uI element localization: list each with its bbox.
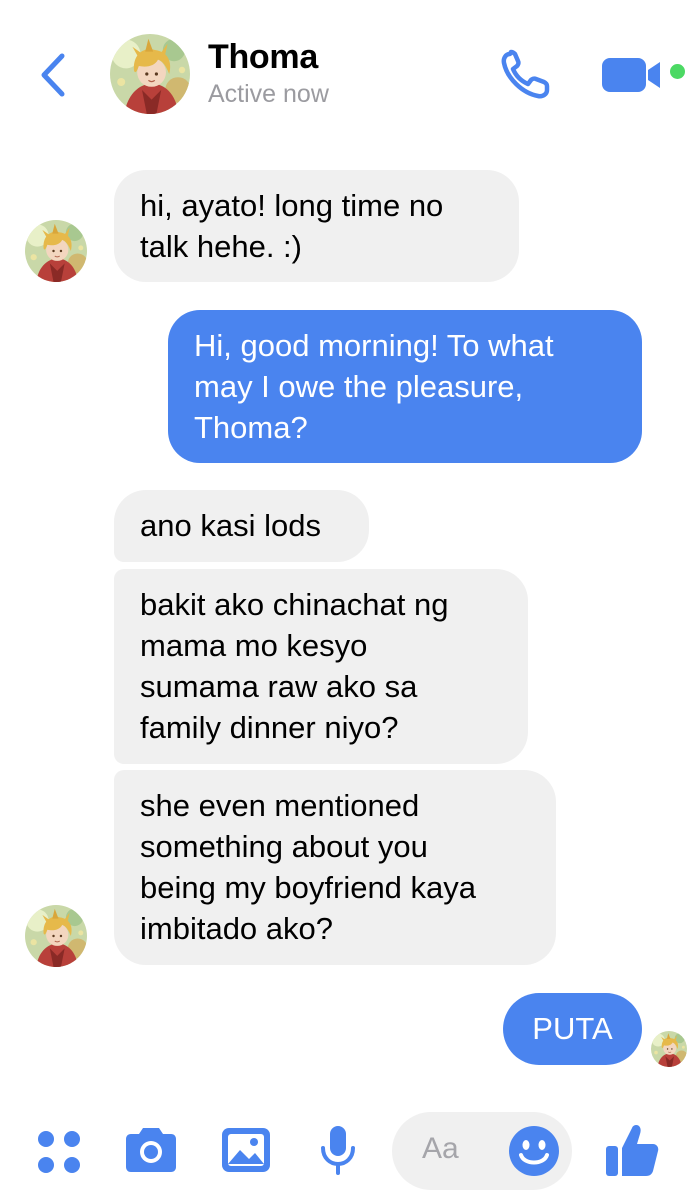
message-incoming[interactable]: hi, ayato! long time no talk hehe. :) — [114, 170, 519, 282]
camera-button[interactable] — [122, 1125, 180, 1175]
video-call-button[interactable] — [600, 56, 664, 94]
thumbs-up-icon — [606, 1124, 659, 1176]
message-incoming[interactable]: ano kasi lods — [114, 490, 369, 562]
message-outgoing[interactable]: Hi, good morning! To what may I owe the … — [168, 310, 642, 463]
chat-header: Thoma Active now — [0, 0, 695, 130]
active-status: Active now — [208, 80, 329, 108]
emoji-icon — [509, 1126, 559, 1176]
message-outgoing[interactable]: PUTA — [503, 993, 642, 1065]
read-receipt-avatar — [651, 1031, 687, 1067]
chevron-left-icon — [41, 53, 65, 97]
camera-icon — [126, 1128, 176, 1172]
message-incoming[interactable]: bakit ako chinachat ng mama mo kesyo sum… — [114, 569, 528, 764]
photo-gallery-icon — [222, 1128, 270, 1172]
contact-avatar[interactable] — [110, 34, 190, 114]
back-button[interactable] — [34, 50, 74, 100]
emoji-button[interactable] — [508, 1125, 560, 1177]
apps-button[interactable] — [36, 1129, 82, 1175]
message-input[interactable] — [422, 1132, 502, 1166]
contact-name[interactable]: Thoma — [208, 38, 318, 77]
message-incoming[interactable]: she even mentioned something about you b… — [114, 770, 556, 965]
message-composer[interactable] — [392, 1112, 572, 1190]
sender-avatar[interactable] — [25, 220, 87, 282]
apps-grid-icon — [38, 1131, 80, 1173]
voice-message-button[interactable] — [318, 1124, 358, 1176]
voice-call-button[interactable] — [498, 48, 556, 102]
sender-avatar[interactable] — [25, 905, 87, 967]
video-camera-icon — [602, 58, 660, 92]
like-button[interactable] — [604, 1122, 660, 1178]
phone-icon — [501, 49, 550, 99]
active-indicator-dot — [670, 64, 685, 79]
gallery-button[interactable] — [220, 1126, 272, 1174]
microphone-icon — [321, 1126, 355, 1175]
composer-toolbar — [0, 1100, 695, 1200]
